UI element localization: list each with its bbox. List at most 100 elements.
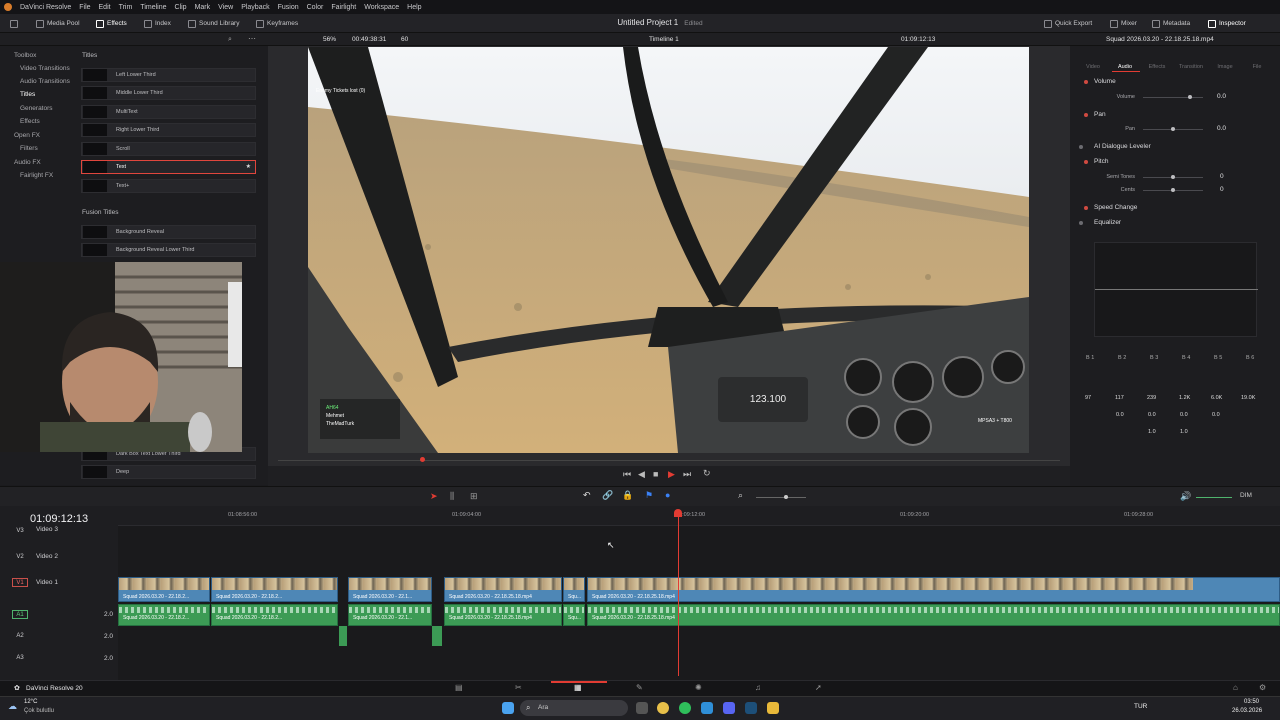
audio-clip[interactable]: Squad 2026.03.20 - 22.1... bbox=[348, 604, 432, 626]
title-multitext[interactable]: MultiText bbox=[81, 105, 256, 119]
eq-band-6[interactable]: B 6 bbox=[1246, 355, 1254, 361]
eq-gain-3[interactable]: 0.0 bbox=[1148, 412, 1156, 418]
audio-clip[interactable]: Squad 2026.03.20 - 22.18.2... bbox=[211, 604, 338, 626]
tree-video-transitions[interactable]: Video Transitions bbox=[20, 65, 70, 72]
timeline-timecode[interactable]: 01:09:12:13 bbox=[30, 513, 88, 525]
tree-toolbox[interactable]: Toolbox bbox=[14, 52, 36, 59]
speed-change-enable-icon[interactable] bbox=[1084, 206, 1088, 210]
eq-q-3[interactable]: 1.0 bbox=[1148, 429, 1156, 435]
menu-mark[interactable]: Mark bbox=[195, 4, 211, 11]
eq-freq-5[interactable]: 6.0K bbox=[1211, 395, 1222, 401]
index-button[interactable]: Index bbox=[144, 18, 171, 29]
cents-knob[interactable] bbox=[1171, 188, 1175, 192]
speed-change-header[interactable]: Speed Change bbox=[1094, 204, 1137, 211]
track-id-v1[interactable]: V1 bbox=[12, 578, 28, 587]
eq-freq-6[interactable]: 19.0K bbox=[1241, 395, 1255, 401]
inspector-button[interactable]: Inspector bbox=[1208, 18, 1246, 29]
scrubber-track[interactable] bbox=[278, 460, 1060, 461]
deliver-page-icon[interactable]: ➚ bbox=[815, 683, 822, 692]
fusion-deep[interactable]: Deep bbox=[81, 465, 256, 479]
dim-button[interactable]: DIM bbox=[1240, 492, 1252, 499]
keyframes-button[interactable]: Keyframes bbox=[256, 18, 298, 29]
stop-icon[interactable]: ■ bbox=[653, 469, 658, 479]
link-icon[interactable]: 🔗 bbox=[602, 490, 613, 501]
equalizer-graph[interactable] bbox=[1094, 242, 1258, 337]
clock-time[interactable]: 03:50 bbox=[1244, 699, 1259, 705]
menu-trim[interactable]: Trim bbox=[119, 4, 133, 11]
menu-playback[interactable]: Playback bbox=[241, 4, 269, 11]
tab-transition[interactable]: Transition bbox=[1176, 64, 1206, 70]
video-clip[interactable]: Squad 2026.03.20 - 22.1... bbox=[348, 577, 432, 602]
timeline-playhead[interactable] bbox=[678, 512, 679, 676]
menu-clip[interactable]: Clip bbox=[175, 4, 187, 11]
metadata-button[interactable]: Metadata bbox=[1152, 18, 1190, 29]
eq-freq-4[interactable]: 1.2K bbox=[1179, 395, 1190, 401]
marker-icon[interactable]: ● bbox=[665, 490, 670, 500]
menu-color[interactable]: Color bbox=[307, 4, 324, 11]
fairlight-page-icon[interactable]: ♫ bbox=[755, 683, 761, 692]
tab-effects[interactable]: Effects bbox=[1142, 64, 1172, 70]
skip-to-start-icon[interactable]: ⏮ bbox=[623, 469, 631, 480]
effects-button[interactable]: Effects bbox=[96, 18, 127, 29]
menu-edit[interactable]: Edit bbox=[99, 4, 111, 11]
clock-date[interactable]: 26.03.2026 bbox=[1232, 708, 1262, 714]
title-text[interactable]: Text ★ bbox=[81, 160, 256, 174]
audio-clip[interactable]: Squad 2026.03.20 - 22.18.25.18.mp4 bbox=[444, 604, 562, 626]
whatsapp-icon[interactable] bbox=[679, 702, 691, 714]
title-left-lower-third[interactable]: Left Lower Third bbox=[81, 68, 256, 82]
track-id-v2[interactable]: V2 bbox=[12, 553, 28, 562]
menu-fairlight[interactable]: Fairlight bbox=[331, 4, 356, 11]
audio-clip-fragment[interactable] bbox=[339, 626, 347, 646]
fusion-background-reveal[interactable]: Background Reveal bbox=[81, 225, 256, 239]
viewer-zoom[interactable]: 56% bbox=[323, 36, 336, 43]
tree-audio-fx[interactable]: Audio FX bbox=[14, 159, 41, 166]
eq-gain-2[interactable]: 0.0 bbox=[1116, 412, 1124, 418]
title-text-plus[interactable]: Text+ bbox=[81, 179, 256, 193]
title-scroll[interactable]: Scroll bbox=[81, 142, 256, 156]
home-icon[interactable]: ⌂ bbox=[1233, 683, 1238, 692]
zoom-out-icon[interactable]: ⌕ bbox=[738, 490, 743, 501]
speaker-icon[interactable]: 🔊 bbox=[1180, 491, 1191, 502]
master-volume-slider[interactable] bbox=[1196, 497, 1232, 498]
mixer-button[interactable]: Mixer bbox=[1110, 18, 1137, 29]
play-icon[interactable]: ▶ bbox=[668, 469, 675, 480]
volume-enable-icon[interactable] bbox=[1084, 80, 1088, 84]
track-id-a3[interactable]: A3 bbox=[12, 654, 28, 663]
eq-freq-3[interactable]: 239 bbox=[1147, 395, 1156, 401]
volume-slider-knob[interactable] bbox=[1188, 95, 1192, 99]
equalizer-enable-icon[interactable] bbox=[1079, 221, 1083, 225]
eq-q-4[interactable]: 1.0 bbox=[1180, 429, 1188, 435]
menu-view[interactable]: View bbox=[218, 4, 233, 11]
tab-video[interactable]: Video bbox=[1078, 64, 1108, 70]
pitch-enable-icon[interactable] bbox=[1084, 160, 1088, 164]
eq-band-1[interactable]: B 1 bbox=[1086, 355, 1094, 361]
menu-fusion[interactable]: Fusion bbox=[278, 4, 299, 11]
edit-page-icon[interactable]: ▦ bbox=[574, 683, 582, 692]
media-pool-button[interactable]: Media Pool bbox=[36, 18, 80, 29]
tree-audio-transitions[interactable]: Audio Transitions bbox=[20, 78, 70, 85]
eq-freq-2[interactable]: 117 bbox=[1115, 395, 1124, 401]
video-clip[interactable]: Squ... bbox=[563, 577, 585, 602]
timeline-name[interactable]: Timeline 1 bbox=[649, 36, 679, 43]
eq-band-5[interactable]: B 5 bbox=[1214, 355, 1222, 361]
track-id-v3[interactable]: V3 bbox=[12, 527, 28, 536]
pan-slider-knob[interactable] bbox=[1171, 127, 1175, 131]
ai-dialogue-leveler-header[interactable]: AI Dialogue Leveler bbox=[1094, 143, 1151, 150]
timeline-zoom-knob[interactable] bbox=[784, 495, 788, 499]
weather-icon[interactable]: ☁ bbox=[8, 701, 17, 712]
blade-tool-icon[interactable]: ⊞ bbox=[470, 491, 478, 502]
menu-workspace[interactable]: Workspace bbox=[364, 4, 399, 11]
tree-open-fx[interactable]: Open FX bbox=[14, 132, 40, 139]
taskbar-search[interactable]: ⌕ Ara bbox=[520, 700, 628, 716]
scrubber-playhead[interactable] bbox=[420, 457, 425, 462]
menu-timeline[interactable]: Timeline bbox=[140, 4, 166, 11]
tab-file[interactable]: File bbox=[1242, 64, 1272, 70]
menu-help[interactable]: Help bbox=[407, 4, 421, 11]
tab-audio[interactable]: Audio bbox=[1110, 64, 1140, 70]
discord-icon[interactable] bbox=[723, 702, 735, 714]
tree-fairlight-fx[interactable]: Fairlight FX bbox=[20, 172, 53, 179]
eq-freq-1[interactable]: 97 bbox=[1085, 395, 1091, 401]
audio-clip[interactable]: Squ... bbox=[563, 604, 585, 626]
pan-enable-icon[interactable] bbox=[1084, 113, 1088, 117]
davinci-taskbar-icon[interactable] bbox=[745, 702, 757, 714]
